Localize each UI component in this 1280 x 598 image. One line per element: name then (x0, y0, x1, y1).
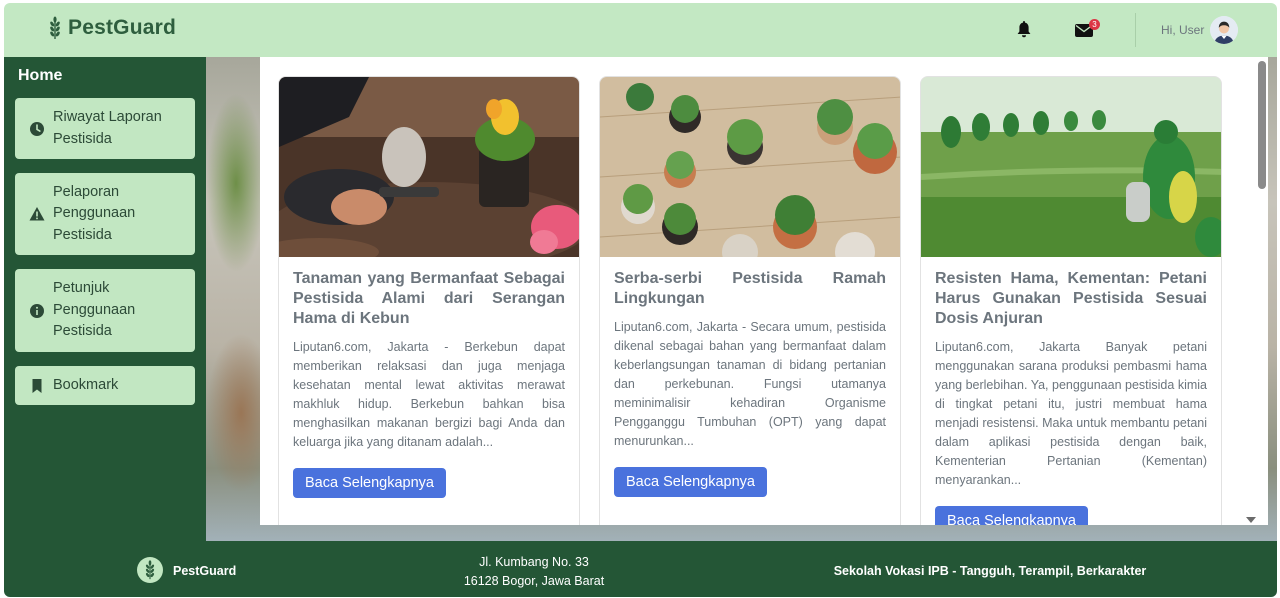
notification-badge: 3 (1089, 19, 1100, 30)
user-greeting[interactable]: Hi, User (1161, 23, 1204, 37)
scrollbar-thumb[interactable] (1258, 61, 1266, 189)
sidebar-item-bookmark[interactable]: Bookmark (15, 366, 195, 405)
articles-panel: Tanaman yang Bermanfaat Sebagai Pestisid… (260, 57, 1256, 525)
footer-brand: PestGuard (173, 564, 237, 578)
avatar[interactable] (1210, 16, 1238, 44)
footer-address: Jl. Kumbang No. 33 16128 Bogor, Jawa Bar… (434, 553, 634, 591)
footer-logo (137, 557, 163, 583)
article-excerpt: Liputan6.com, Jakarta - Berkebun dapat m… (293, 340, 565, 449)
read-more-button[interactable]: Baca Selengkapnya (935, 506, 1088, 525)
sidebar-item-petunjuk[interactable]: Petunjuk Penggunaan Pestisida (15, 269, 195, 352)
wheat-icon (50, 16, 60, 39)
article-title[interactable]: Serba-serbi Pestisida Ramah Lingkungan (614, 269, 886, 309)
app-window: PestGuard 3 Hi, User Home Riwayat Lapora… (4, 3, 1277, 597)
article-excerpt: Liputan6.com, Jakarta Banyak petani meng… (935, 340, 1207, 487)
sidebar-item-pelaporan[interactable]: Pelaporan Penggunaan Pestisida (15, 173, 195, 255)
wheat-icon (145, 560, 155, 580)
article-title[interactable]: Resisten Hama, Kementan: Petani Harus Gu… (935, 269, 1207, 329)
article-card: Tanaman yang Bermanfaat Sebagai Pestisid… (278, 76, 580, 525)
sidebar-item-riwayat-laporan[interactable]: Riwayat Laporan Pestisida (15, 98, 195, 159)
info-icon (30, 303, 44, 318)
address-line: 16128 Bogor, Jawa Barat (463, 574, 605, 588)
divider (1135, 13, 1136, 47)
footer-tagline: Sekolah Vokasi IPB - Tangguh, Terampil, … (833, 564, 1147, 578)
sidebar-home[interactable]: Home (18, 67, 62, 85)
article-excerpt: Liputan6.com, Jakarta - Secara umum, pes… (614, 320, 886, 448)
read-more-button[interactable]: Baca Selengkapnya (614, 467, 767, 497)
bell-icon[interactable] (1016, 21, 1032, 39)
sidebar-item-label: Pelaporan Penggunaan Pestisida (53, 183, 136, 243)
warning-icon (29, 207, 45, 221)
article-image (279, 77, 579, 257)
article-title[interactable]: Tanaman yang Bermanfaat Sebagai Pestisid… (293, 269, 565, 329)
background-decoration (206, 93, 266, 273)
read-more-button[interactable]: Baca Selengkapnya (293, 468, 446, 498)
brand-name: PestGuard (68, 16, 176, 39)
address-line: Jl. Kumbang No. 33 (479, 555, 589, 569)
sidebar-item-label: Petunjuk Penggunaan Pestisida (53, 280, 136, 340)
footer: PestGuard Jl. Kumbang No. 33 16128 Bogor… (4, 541, 1277, 597)
scroll-down-arrow-icon[interactable] (1246, 517, 1256, 523)
sidebar-item-label: Riwayat Laporan Pestisida (53, 109, 162, 147)
bookmark-icon (32, 378, 42, 393)
article-card: Serba-serbi Pestisida Ramah Lingkungan L… (599, 76, 901, 525)
article-image (921, 77, 1221, 257)
brand[interactable]: PestGuard (48, 16, 176, 40)
article-image (600, 77, 900, 257)
article-card: Resisten Hama, Kementan: Petani Harus Gu… (920, 76, 1222, 525)
clock-icon (30, 121, 44, 136)
top-navbar: PestGuard 3 Hi, User (4, 3, 1277, 57)
sidebar-item-label: Bookmark (53, 376, 119, 393)
sidebar: Home Riwayat Laporan Pestisida Pelaporan… (4, 57, 206, 541)
user-avatar-icon (1210, 16, 1238, 44)
